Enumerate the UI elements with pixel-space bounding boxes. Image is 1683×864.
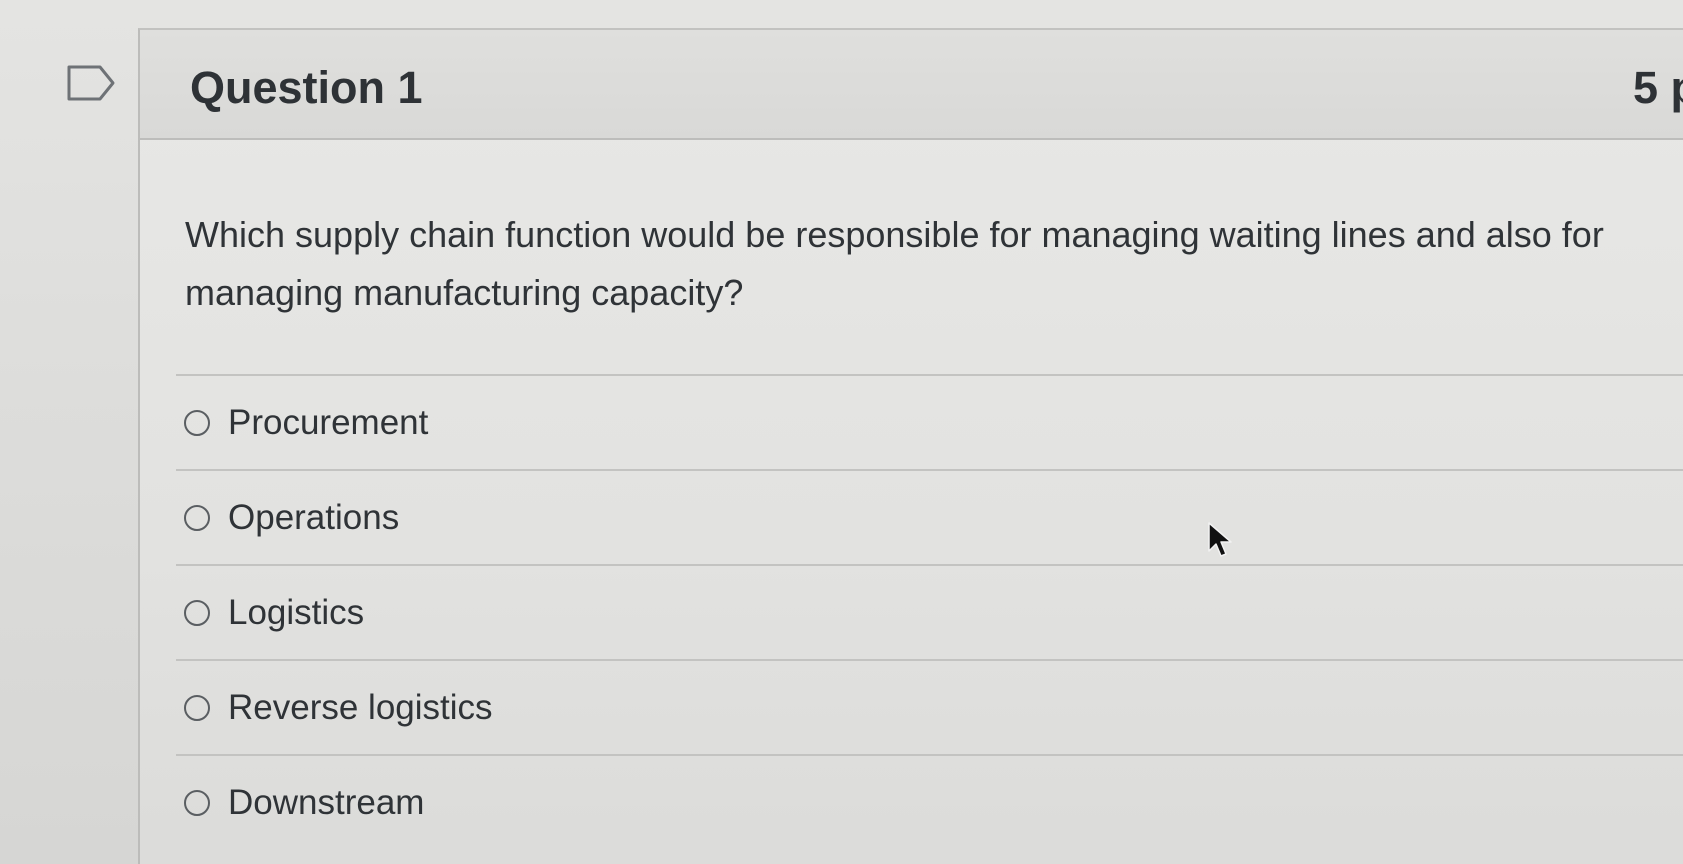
radio-button[interactable] [184,410,210,436]
answer-option[interactable]: Downstream [176,754,1683,849]
radio-button[interactable] [184,790,210,816]
answer-label[interactable]: Operations [228,498,399,538]
answer-option[interactable]: Procurement [176,374,1683,469]
radio-button[interactable] [184,695,210,721]
question-title: Question 1 [190,62,423,113]
mouse-pointer-icon [1208,522,1232,557]
answer-label[interactable]: Logistics [228,593,364,633]
question-points: 5 p [1633,62,1683,113]
answer-option[interactable]: Logistics [176,564,1683,659]
radio-button[interactable] [184,600,210,626]
answer-option[interactable]: Operations [176,469,1683,564]
radio-button[interactable] [184,505,210,531]
answer-option[interactable]: Reverse logistics [176,659,1683,754]
screen: Question 1 5 p Which supply chain functi… [0,0,1683,864]
answer-label[interactable]: Procurement [228,403,428,443]
answer-list: Procurement Operations Logistics Reverse… [176,374,1683,849]
answer-label[interactable]: Downstream [228,783,424,823]
question-header: Question 1 5 p [140,30,1683,140]
answer-label[interactable]: Reverse logistics [228,688,493,728]
flag-question-icon[interactable] [66,64,116,102]
question-text: Which supply chain function would be res… [185,214,1604,313]
